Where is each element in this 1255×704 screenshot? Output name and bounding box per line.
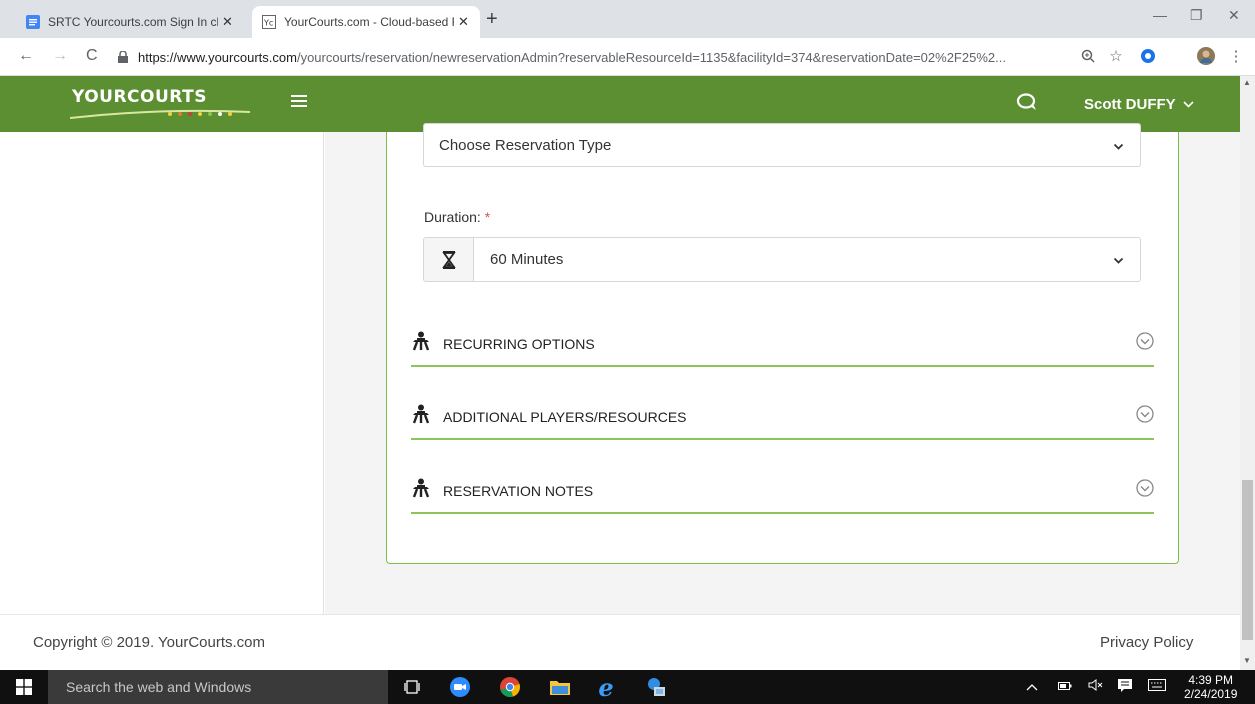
taskbar-search-box[interactable]: Search the web and Windows bbox=[48, 670, 388, 704]
user-name: Scott DUFFY bbox=[1084, 96, 1176, 113]
battery-icon[interactable] bbox=[1058, 679, 1072, 694]
browser-tab-active[interactable]: Yc YourCourts.com - Cloud-based R ✕ bbox=[252, 6, 480, 38]
additional-players-section[interactable]: ADDITIONAL PLAYERS/RESOURCES bbox=[411, 396, 1154, 440]
url-host: https://www.yourcourts.com bbox=[138, 49, 297, 65]
person-table-icon bbox=[411, 404, 431, 429]
forward-icon[interactable]: → bbox=[52, 47, 68, 65]
back-icon[interactable]: ← bbox=[18, 47, 34, 65]
chevron-circle-down-icon[interactable] bbox=[1136, 332, 1154, 355]
hourglass-icon bbox=[423, 237, 474, 282]
yourcourts-logo[interactable]: YOURCOURTS bbox=[70, 87, 251, 119]
profile-avatar-icon[interactable] bbox=[1196, 46, 1216, 66]
browser-menu-icon[interactable]: ⋮ bbox=[1226, 46, 1246, 66]
taskbar-clock[interactable]: 4:39 PM 2/24/2019 bbox=[1184, 673, 1237, 701]
duration-value: 60 Minutes bbox=[490, 251, 564, 268]
minimize-icon[interactable]: — bbox=[1153, 7, 1167, 23]
close-tab-icon[interactable]: ✕ bbox=[458, 14, 469, 30]
logo-swoosh-icon bbox=[70, 109, 251, 119]
section-title: RECURRING OPTIONS bbox=[443, 336, 595, 352]
browser-tab-title: SRTC Yourcourts.com Sign In che bbox=[48, 15, 218, 29]
person-table-icon bbox=[411, 478, 431, 503]
section-title: RESERVATION NOTES bbox=[443, 483, 594, 499]
chevron-down-icon bbox=[1113, 138, 1124, 155]
clock-date: 2/24/2019 bbox=[1184, 687, 1238, 701]
chat-icon[interactable] bbox=[1016, 92, 1038, 117]
chevron-down-icon bbox=[1113, 252, 1124, 269]
reload-icon[interactable]: C bbox=[86, 47, 98, 65]
chevron-circle-down-icon[interactable] bbox=[1136, 405, 1154, 428]
browser-toolbar: ← → C https://www.yourcourts.com/yourcou… bbox=[0, 38, 1255, 76]
paint-app-icon[interactable] bbox=[636, 670, 676, 704]
show-hidden-icons-icon[interactable] bbox=[1026, 679, 1038, 694]
close-window-icon[interactable]: ✕ bbox=[1228, 7, 1240, 24]
scroll-up-arrow-icon[interactable]: ▲ bbox=[1243, 78, 1251, 87]
copyright-text: Copyright © 2019. YourCourts.com bbox=[33, 634, 266, 651]
logo-text: YOURCOURTS bbox=[72, 87, 207, 107]
file-explorer-icon[interactable] bbox=[540, 670, 580, 704]
user-menu[interactable]: Scott DUFFY bbox=[1084, 96, 1194, 113]
edge-icon[interactable]: e bbox=[586, 670, 626, 704]
close-tab-icon[interactable]: ✕ bbox=[222, 14, 233, 30]
url-path: /yourcourts/reservation/newreservationAd… bbox=[296, 49, 1006, 65]
svg-text:Yc: Yc bbox=[263, 19, 273, 28]
reservation-notes-section[interactable]: RESERVATION NOTES bbox=[411, 470, 1154, 514]
reservation-type-select[interactable]: Choose Reservation Type bbox=[423, 123, 1141, 167]
yourcourts-favicon-icon: Yc bbox=[262, 15, 276, 29]
menu-toggle-icon[interactable] bbox=[291, 95, 307, 109]
chrome-icon[interactable] bbox=[490, 670, 530, 704]
recurring-options-section[interactable]: RECURRING OPTIONS bbox=[411, 323, 1154, 367]
zoom-app-icon[interactable] bbox=[440, 670, 480, 704]
required-marker: * bbox=[484, 209, 491, 225]
browser-tab-strip: SRTC Yourcourts.com Sign In che ✕ Yc You… bbox=[0, 0, 1255, 38]
windows-start-icon[interactable] bbox=[0, 670, 48, 704]
scroll-thumb[interactable] bbox=[1242, 480, 1253, 640]
privacy-policy-link[interactable]: Privacy Policy bbox=[1100, 634, 1193, 651]
restore-icon[interactable]: ❐ bbox=[1190, 7, 1203, 24]
duration-label-text: Duration: bbox=[424, 209, 481, 225]
address-bar[interactable]: https://www.yourcourts.com/yourcourts/re… bbox=[118, 45, 1064, 69]
new-tab-icon[interactable]: + bbox=[486, 8, 498, 31]
section-title: ADDITIONAL PLAYERS/RESOURCES bbox=[443, 409, 687, 425]
person-table-icon bbox=[411, 331, 431, 356]
taskbar-search-placeholder: Search the web and Windows bbox=[66, 679, 252, 695]
sidebar bbox=[0, 132, 324, 614]
docs-icon bbox=[26, 15, 40, 29]
extension-icon[interactable] bbox=[1138, 46, 1158, 66]
chevron-down-icon bbox=[1183, 99, 1194, 111]
reservation-type-value: Choose Reservation Type bbox=[439, 136, 612, 154]
page-footer: Copyright © 2019. YourCourts.com Privacy… bbox=[0, 614, 1240, 670]
page-scrollbar[interactable]: ▲ ▼ bbox=[1240, 76, 1255, 670]
volume-muted-icon[interactable] bbox=[1088, 679, 1104, 694]
duration-select[interactable]: 60 Minutes bbox=[473, 237, 1141, 282]
chevron-circle-down-icon[interactable] bbox=[1136, 479, 1154, 502]
browser-tab[interactable]: SRTC Yourcourts.com Sign In che ✕ bbox=[16, 6, 252, 38]
scroll-down-arrow-icon[interactable]: ▼ bbox=[1243, 656, 1251, 665]
duration-label: Duration: * bbox=[424, 209, 490, 225]
clock-time: 4:39 PM bbox=[1188, 673, 1234, 687]
action-center-icon[interactable] bbox=[1118, 679, 1132, 695]
bookmark-star-icon[interactable]: ☆ bbox=[1106, 46, 1126, 66]
keyboard-icon[interactable] bbox=[1148, 679, 1166, 694]
zoom-icon[interactable] bbox=[1078, 46, 1098, 66]
browser-tab-title: YourCourts.com - Cloud-based R bbox=[284, 15, 454, 29]
windows-taskbar: Search the web and Windows e 4:39 PM 2/2… bbox=[0, 670, 1255, 704]
task-view-icon[interactable] bbox=[392, 670, 432, 704]
lock-icon bbox=[118, 51, 128, 63]
